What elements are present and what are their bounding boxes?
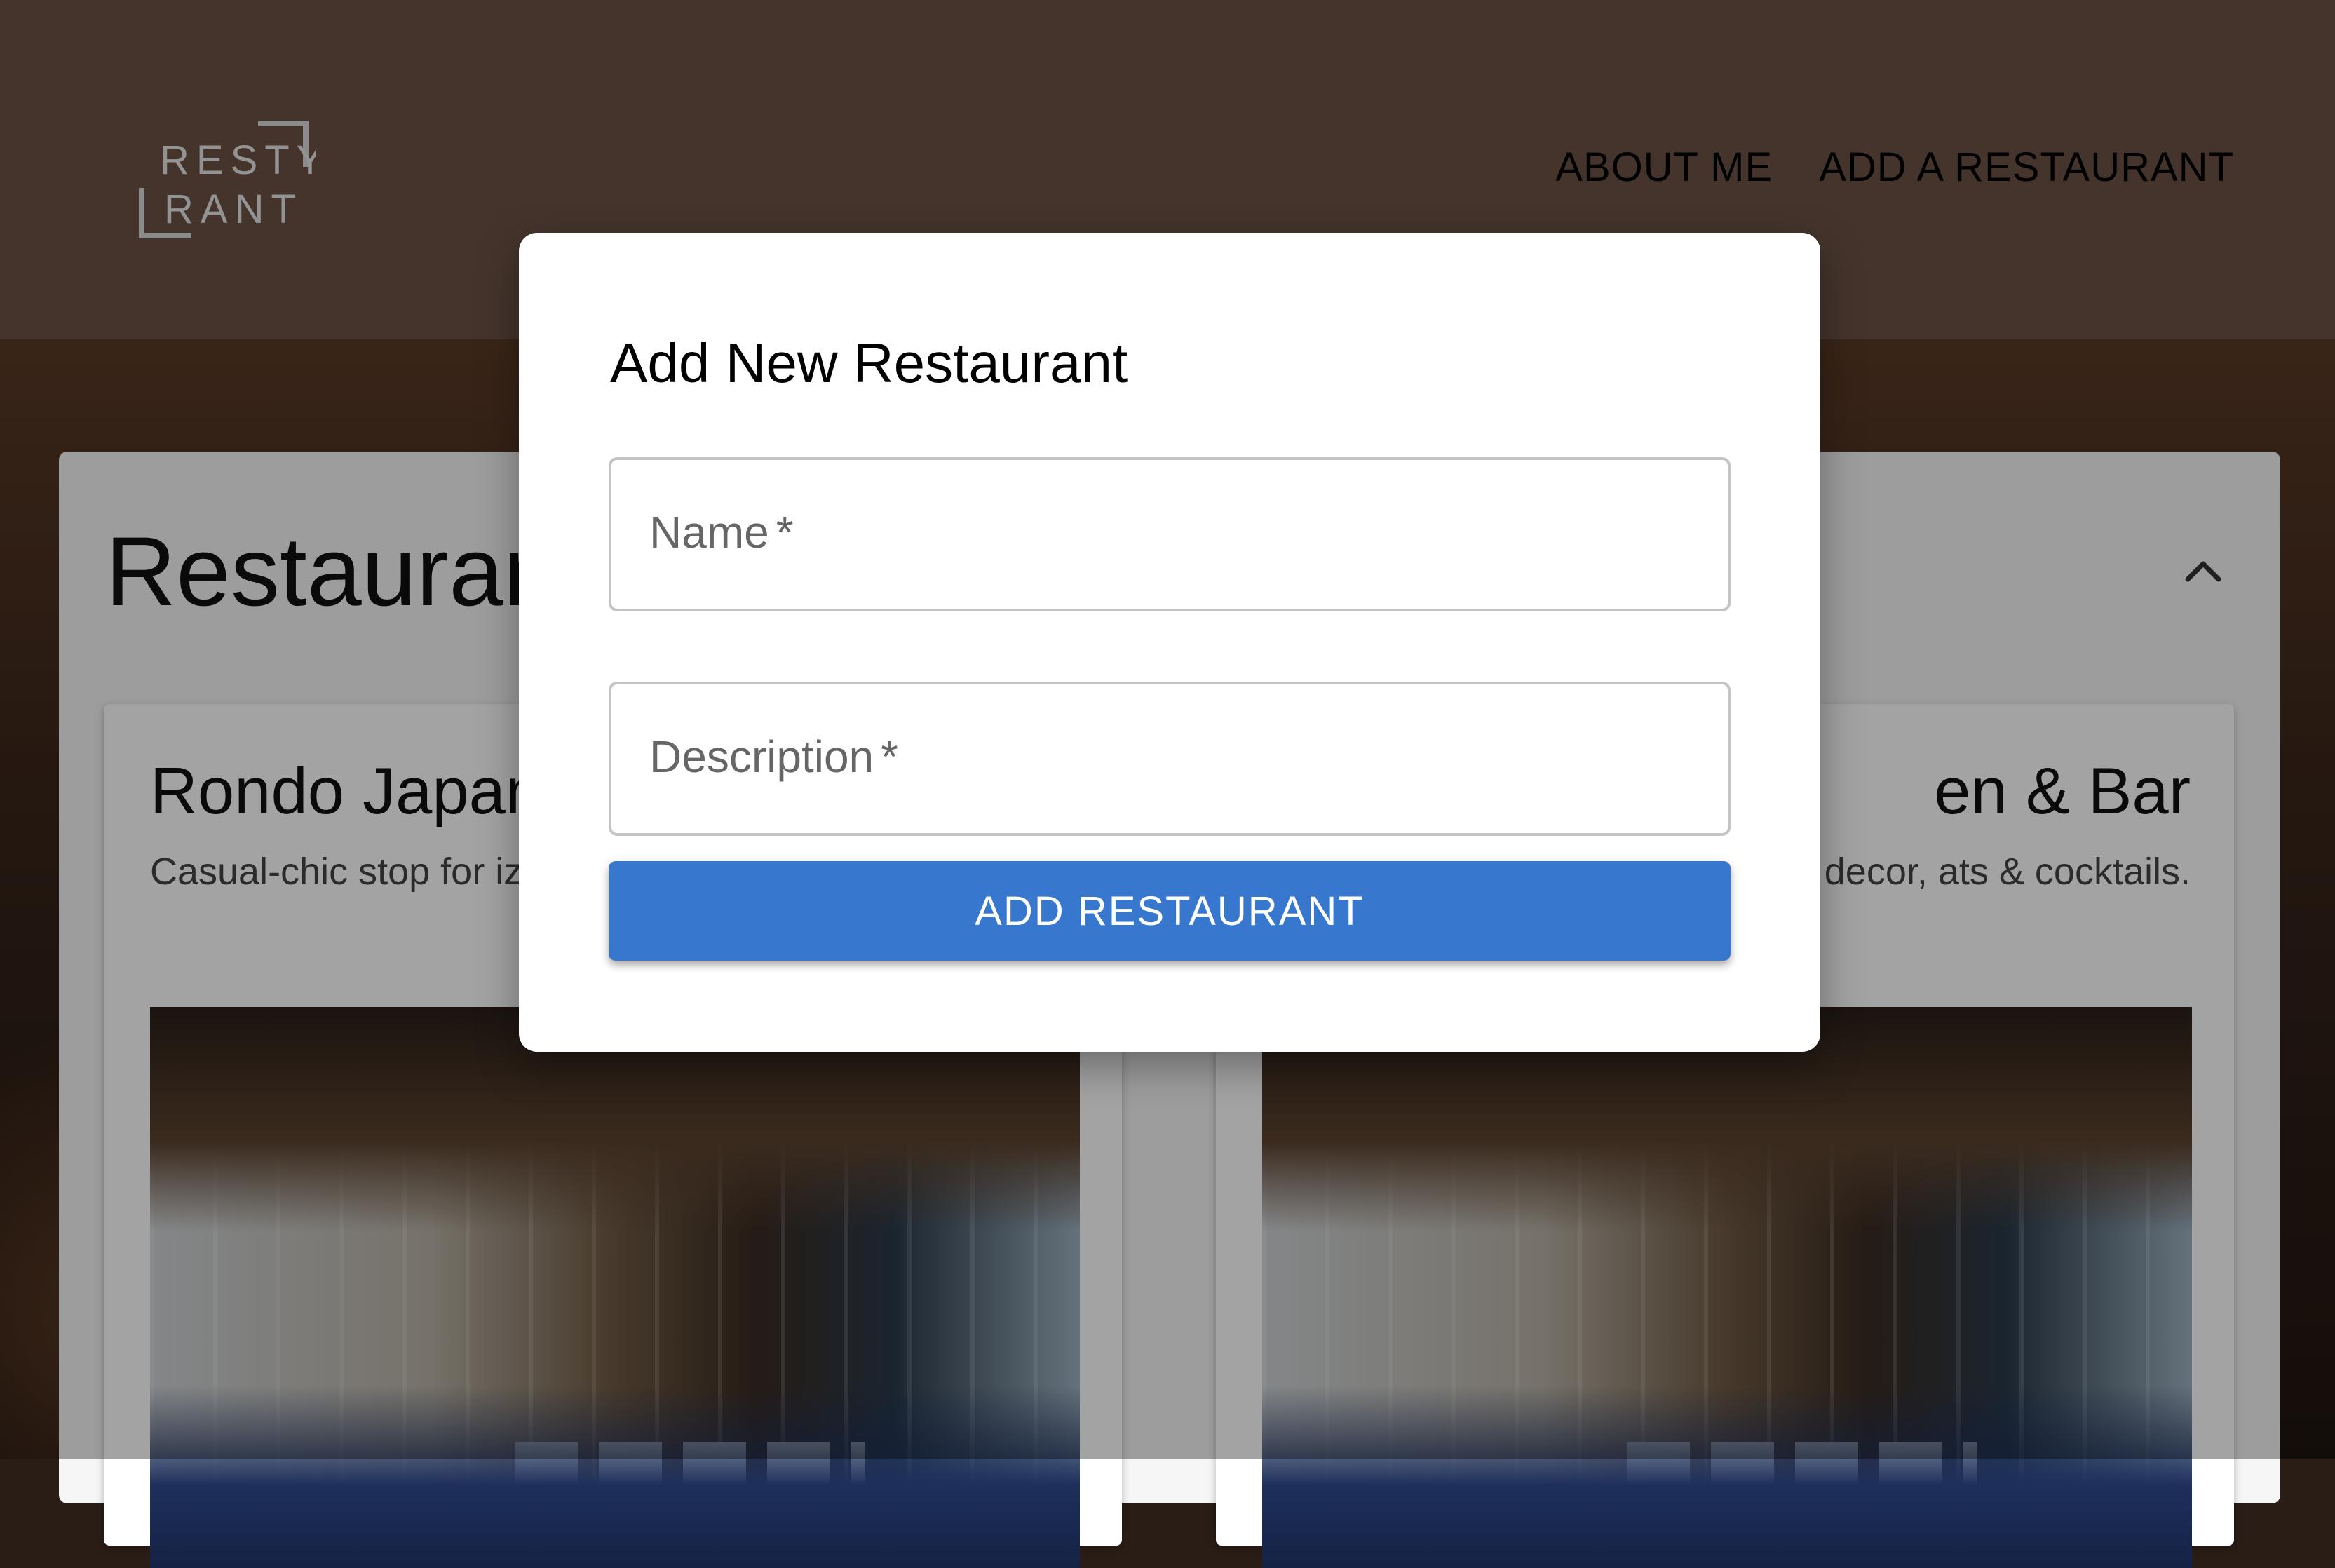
dialog-title: Add New Restaurant bbox=[610, 332, 1128, 394]
add-restaurant-dialog: Add New Restaurant Name * Description * AD… bbox=[519, 233, 1820, 1052]
required-mark: * bbox=[881, 731, 899, 782]
description-field-label: Description * bbox=[649, 731, 899, 782]
add-restaurant-button[interactable]: ADD RESTAURANT bbox=[609, 861, 1731, 961]
description-field[interactable]: Description * bbox=[609, 682, 1731, 836]
required-mark: * bbox=[776, 507, 794, 557]
name-field-label: Name * bbox=[649, 507, 794, 557]
name-field[interactable]: Name * bbox=[609, 457, 1731, 611]
